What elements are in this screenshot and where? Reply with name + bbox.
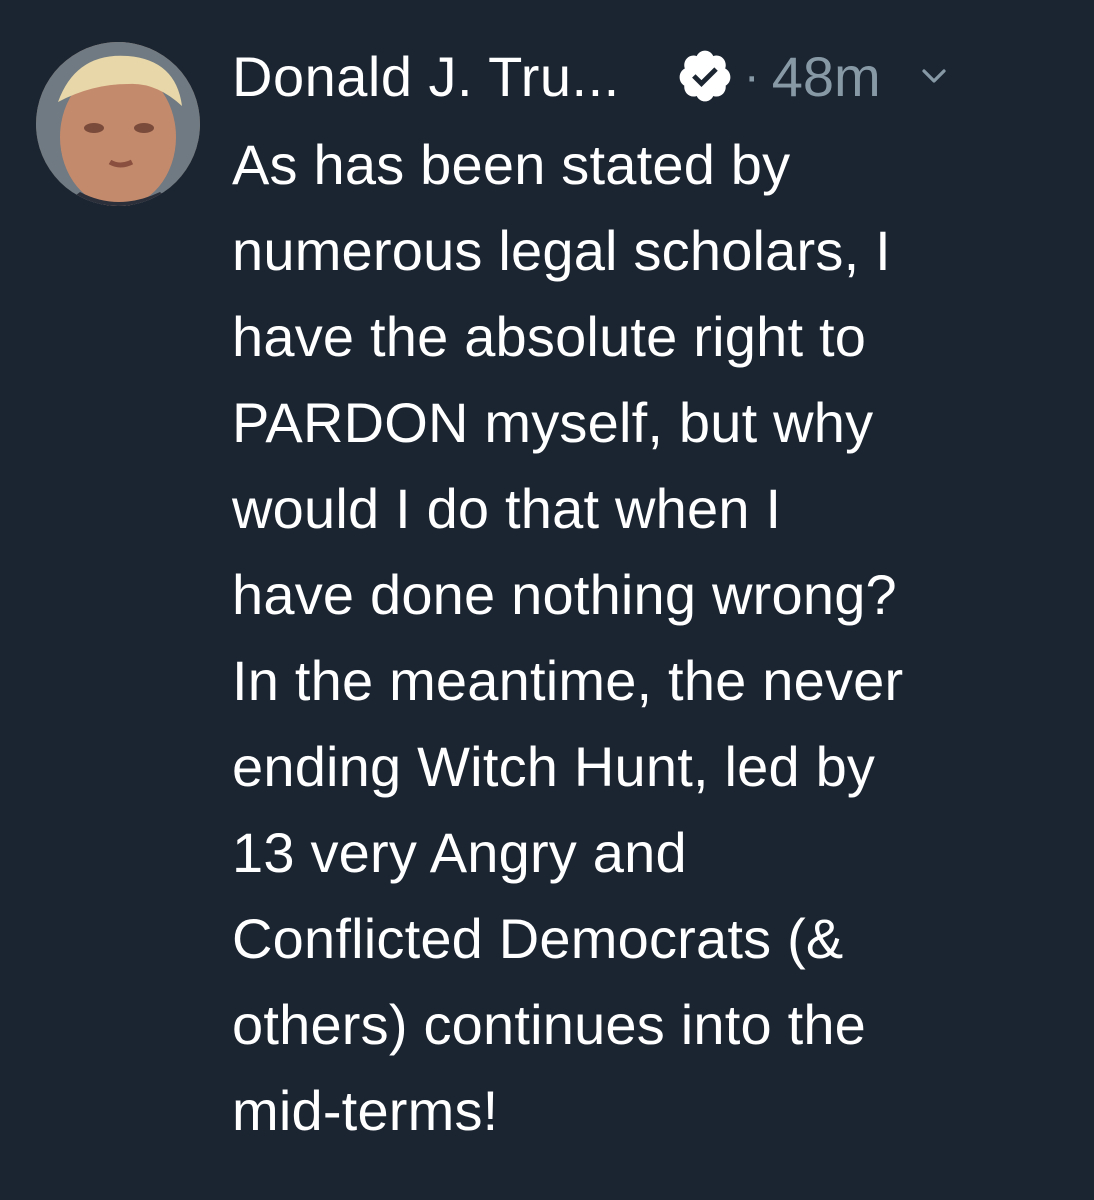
tweet-text: As has been stated by numerous legal sch… (232, 122, 1072, 1154)
tweet-text-line: In the meantime, the never (232, 649, 904, 712)
tweet-header: Donald J. Tru... · 48m (232, 36, 1062, 116)
tweet-text-line: others) continues into the (232, 993, 867, 1056)
tweet-text-line: have done nothing wrong? (232, 563, 897, 626)
tweet-card[interactable]: Donald J. Tru... · 48m As has been state… (0, 0, 1094, 1200)
author-name[interactable]: Donald J. Tru... (232, 44, 620, 109)
tweet-text-line: PARDON myself, but why (232, 391, 874, 454)
tweet-text-line: ending Witch Hunt, led by (232, 735, 876, 798)
chevron-down-icon[interactable] (919, 61, 949, 91)
tweet-timestamp[interactable]: 48m (772, 44, 881, 109)
tweet-text-line: 13 very Angry and (232, 821, 687, 884)
tweet-text-line: Conflicted Democrats (& (232, 907, 844, 970)
verified-badge-icon (676, 47, 734, 105)
tweet-text-line: would I do that when I (232, 477, 782, 540)
tweet-text-line: As has been stated by (232, 133, 791, 196)
tweet-text-line: have the absolute right to (232, 305, 867, 368)
author-avatar[interactable] (36, 42, 200, 206)
tweet-text-line: numerous legal scholars, I (232, 219, 891, 282)
tweet-text-line: mid-terms! (232, 1079, 499, 1142)
separator-dot: · (743, 49, 760, 103)
